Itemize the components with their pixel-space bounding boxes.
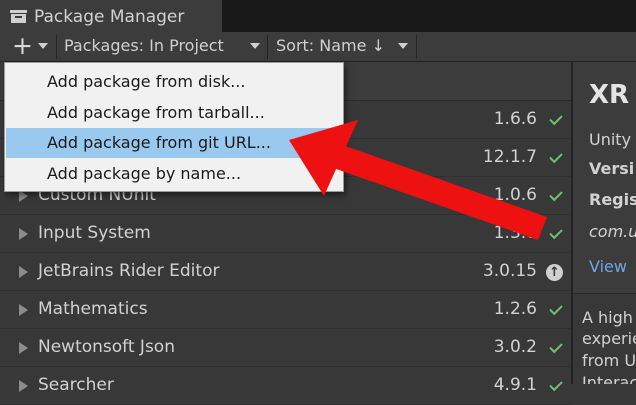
package-row[interactable]: Searcher 4.9.1 <box>0 367 571 405</box>
checkmark-icon <box>549 301 563 316</box>
package-details-title: XR <box>589 80 630 110</box>
package-author: Unity <box>589 130 632 149</box>
plus-icon: + <box>12 31 33 60</box>
package-row[interactable]: Input System 1.3.0 <box>0 215 571 253</box>
menu-item-label: Add package from tarball... <box>47 103 265 122</box>
packages-filter-label: Packages: In Project <box>64 36 224 55</box>
add-package-button[interactable]: + <box>4 32 54 61</box>
toolbar-separator <box>267 35 268 59</box>
chevron-down-icon <box>398 43 408 49</box>
checkmark-icon <box>549 187 563 202</box>
chevron-down-icon <box>250 43 260 49</box>
add-package-menu: Add package from disk... Add package fro… <box>4 62 344 192</box>
menu-item-label: Add package from git URL... <box>47 133 271 152</box>
package-version: 3.0.2 <box>493 337 537 357</box>
package-description-line: A high <box>582 308 633 327</box>
package-version: 1.6.6 <box>493 109 537 129</box>
package-version: 1.2.6 <box>493 299 537 319</box>
checkmark-icon <box>549 149 563 164</box>
expand-triangle-icon[interactable] <box>19 304 28 316</box>
checkmark-icon <box>549 339 563 354</box>
chevron-down-icon <box>38 43 48 49</box>
menu-item-add-from-git-url[interactable]: Add package from git URL... <box>6 128 342 158</box>
package-details-panel: XR Unity Versi Regis com.u View A high e… <box>573 62 636 384</box>
menu-item-add-by-name[interactable]: Add package by name... <box>6 159 342 189</box>
registry-label: Regis <box>589 190 636 209</box>
package-name: Searcher <box>38 375 114 395</box>
package-row[interactable]: JetBrains Rider Editor 3.0.15 ↑ <box>0 253 571 291</box>
expand-triangle-icon[interactable] <box>19 380 28 392</box>
sort-label: Sort: Name ↓ <box>276 36 385 55</box>
package-version: 1.0.6 <box>493 185 537 205</box>
checkmark-icon <box>549 225 563 240</box>
sort-dropdown[interactable]: Sort: Name ↓ <box>270 32 416 61</box>
package-manager-tab[interactable]: Package Manager <box>0 0 222 32</box>
toolbar-separator <box>56 35 57 59</box>
toolbar: + Packages: In Project Sort: Name ↓ <box>0 32 636 62</box>
package-description-line: from U <box>582 351 636 370</box>
package-name: Input System <box>38 223 151 243</box>
package-version: 1.3.0 <box>493 223 537 243</box>
package-id: com.u <box>589 222 636 241</box>
expand-triangle-icon[interactable] <box>19 266 28 278</box>
package-description-line: experie <box>582 329 636 348</box>
package-version: 12.1.7 <box>482 147 537 167</box>
package-name: Mathematics <box>38 299 148 319</box>
package-row[interactable]: Mathematics 1.2.6 <box>0 291 571 329</box>
window-tab-bar: Package Manager <box>0 0 636 32</box>
menu-item-label: Add package by name... <box>47 164 242 183</box>
package-manager-icon <box>10 10 27 23</box>
toolbar-separator <box>416 35 417 59</box>
expand-triangle-icon[interactable] <box>19 342 28 354</box>
packages-filter-dropdown[interactable]: Packages: In Project <box>60 32 266 61</box>
expand-triangle-icon[interactable] <box>19 228 28 240</box>
update-arrow-icon: ↑ <box>546 264 563 281</box>
menu-item-add-from-disk[interactable]: Add package from disk... <box>6 67 342 97</box>
menu-item-add-from-tarball[interactable]: Add package from tarball... <box>6 98 342 128</box>
checkmark-icon <box>549 111 563 126</box>
package-version: 3.0.15 <box>482 261 537 281</box>
menu-item-label: Add package from disk... <box>47 72 246 91</box>
checkmark-icon <box>549 377 563 392</box>
package-name: Newtonsoft Json <box>38 337 175 357</box>
package-name: JetBrains Rider Editor <box>38 261 220 281</box>
package-details-header: XR Unity Versi Regis com.u View <box>573 62 636 294</box>
view-documentation-link[interactable]: View <box>589 257 627 276</box>
package-version: 4.9.1 <box>493 375 537 395</box>
window-title: Package Manager <box>34 7 185 27</box>
package-row[interactable]: Newtonsoft Json 3.0.2 <box>0 329 571 367</box>
version-label: Versi <box>589 159 635 178</box>
package-description-line: Interac <box>582 373 636 384</box>
